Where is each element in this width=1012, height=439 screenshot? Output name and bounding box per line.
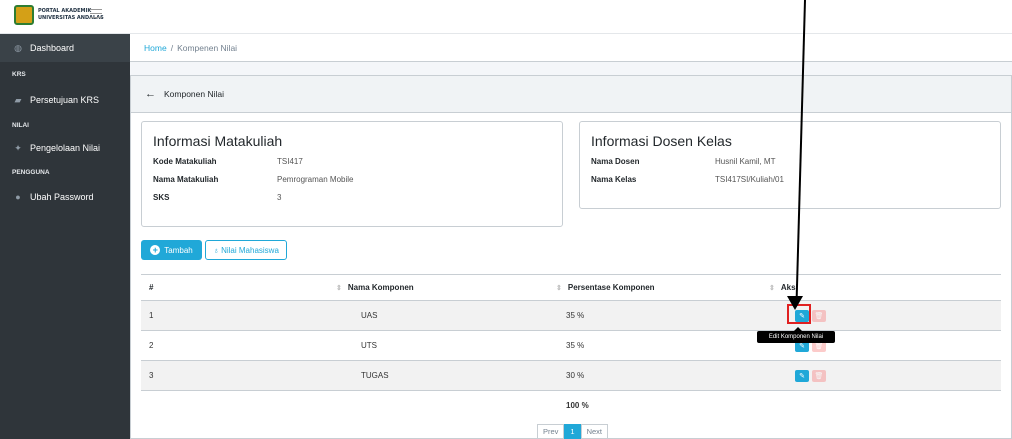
award-icon: ♁ xyxy=(213,245,220,255)
sidebar-item-persetujuan-krs[interactable]: ▰ Persetujuan KRS xyxy=(0,86,130,114)
info-row: Nama Dosen Husnil Kamil, MT xyxy=(591,157,775,166)
sidebar-item-label: Persetujuan KRS xyxy=(30,95,100,105)
info-row: Kode Matakuliah TSI417 xyxy=(153,157,303,166)
sort-icon: ⇕ xyxy=(336,284,342,292)
breadcrumb: Home / Kompenen Nilai xyxy=(130,34,1012,62)
info-value: 3 xyxy=(277,193,282,202)
back-arrow-icon[interactable]: ← xyxy=(145,88,156,100)
cell-persen: 30 % xyxy=(566,371,585,380)
lock-icon: ● xyxy=(15,192,21,202)
sidebar-item-label: Pengelolaan Nilai xyxy=(30,143,101,153)
sidebar-item-dashboard[interactable]: ◍ Dashboard xyxy=(0,34,130,62)
info-label: Nama Matakuliah xyxy=(153,175,219,184)
breadcrumb-separator: / xyxy=(170,42,174,53)
main-card: ← Komponen Nilai Informasi Matakuliah Ko… xyxy=(130,75,1012,439)
top-navbar: PORTAL AKADEMIK UNIVERSITAS ANDALAS xyxy=(0,0,1012,34)
info-row: Nama Kelas TSI417SI/Kuliah/01 xyxy=(591,175,784,184)
cell-aksi: ✎ 🗑 xyxy=(795,361,826,390)
edit-tooltip: Edit Komponen Nilai xyxy=(757,331,835,343)
menu-toggle-icon[interactable] xyxy=(90,9,102,19)
cell-persen: 35 % xyxy=(566,341,585,350)
annotation-arrow-head xyxy=(787,296,803,310)
column-header-label: Persentase Komponen xyxy=(567,283,655,292)
university-logo-icon[interactable] xyxy=(14,5,34,25)
info-dosen-box: Informasi Dosen Kelas Nama Dosen Husnil K… xyxy=(579,121,1001,209)
sidebar-item-pengelolaan-nilai[interactable]: ✦ Pengelolaan Nilai xyxy=(0,134,130,162)
cell-no: 3 xyxy=(149,371,154,380)
info-label: SKS xyxy=(153,193,170,202)
approve-icon: ▰ xyxy=(14,94,22,105)
sort-icon: ⇕ xyxy=(556,284,562,292)
breadcrumb-current: Kompenen Nilai xyxy=(177,42,238,53)
dashboard-icon: ◍ xyxy=(14,42,22,53)
info-matakuliah-title: Informasi Matakuliah xyxy=(153,133,283,149)
edit-button[interactable]: ✎ xyxy=(795,369,809,382)
table-row: 2 UTS 35 % ✎ 🗑 xyxy=(141,330,1001,360)
column-header-label: Nama Komponen xyxy=(347,283,414,292)
info-matakuliah-box: Informasi Matakuliah Kode Matakuliah TSI4… xyxy=(141,121,563,227)
info-value: TSI417 xyxy=(277,157,303,166)
card-title: Komponen Nilai xyxy=(164,89,225,99)
column-header-no[interactable]: # xyxy=(149,275,153,300)
cell-total: 100 % xyxy=(566,401,589,410)
sidebar-item-label: Ubah Password xyxy=(30,192,94,202)
nilai-mahasiswa-label: Nilai Mahasiswa xyxy=(221,245,279,255)
table-header-row: # ⇕ Nama Komponen ⇕ Persentase Komponen ⇕ A… xyxy=(141,274,1001,300)
prev-page-button[interactable]: Prev xyxy=(537,424,565,439)
info-dosen-title: Informasi Dosen Kelas xyxy=(591,133,732,149)
info-row: Nama Matakuliah Pemrograman Mobile xyxy=(153,175,353,184)
sidebar-section-krs: KRS xyxy=(12,71,26,78)
sidebar-item-ubah-password[interactable]: ● Ubah Password xyxy=(0,183,130,211)
card-header: ← Komponen Nilai xyxy=(131,76,1011,113)
breadcrumb-home-link[interactable]: Home xyxy=(144,43,167,53)
table-row: 3 TUGAS 30 % ✎ 🗑 xyxy=(141,360,1001,390)
plus-circle-icon: + xyxy=(150,245,161,255)
info-value: TSI417SI/Kuliah/01 xyxy=(715,175,784,184)
sidebar-section-nilai: NILAI xyxy=(12,122,29,129)
tambah-label: Tambah xyxy=(164,245,193,255)
grades-icon: ✦ xyxy=(14,142,22,153)
table-row: 1 UAS 35 % ✎ 🗑 xyxy=(141,300,1001,330)
next-page-button[interactable]: Next xyxy=(580,424,609,439)
sidebar: ◍ Dashboard KRS ▰ Persetujuan KRS NILAI … xyxy=(0,34,130,439)
info-label: Nama Kelas xyxy=(591,175,637,184)
cell-no: 2 xyxy=(149,341,154,350)
cell-nama: UAS xyxy=(361,311,378,320)
column-header-persentase[interactable]: ⇕ Persentase Komponen xyxy=(556,275,655,300)
info-value: Pemrograman Mobile xyxy=(277,175,354,184)
tambah-button[interactable]: + Tambah xyxy=(141,240,202,260)
delete-button[interactable]: 🗑 xyxy=(812,369,826,382)
column-header-nama[interactable]: ⇕ Nama Komponen xyxy=(336,275,414,300)
info-label: Kode Matakuliah xyxy=(153,157,217,166)
sidebar-item-label: Dashboard xyxy=(30,43,75,53)
cell-nama: UTS xyxy=(361,341,377,350)
cell-nama: TUGAS xyxy=(361,371,389,380)
cell-persen: 35 % xyxy=(566,311,585,320)
delete-button[interactable]: 🗑 xyxy=(812,309,826,322)
info-value: Husnil Kamil, MT xyxy=(715,157,776,166)
sort-icon: ⇕ xyxy=(769,284,775,292)
nilai-mahasiswa-button[interactable]: ♁ Nilai Mahasiswa xyxy=(205,240,287,260)
cell-no: 1 xyxy=(149,311,154,320)
current-page-button[interactable]: 1 xyxy=(564,424,581,439)
sidebar-section-pengguna: PENGGUNA xyxy=(12,169,50,176)
pagination: Prev 1 Next xyxy=(537,424,609,439)
table-total-row: 100 % xyxy=(141,390,1001,420)
info-label: Nama Dosen xyxy=(591,157,640,166)
info-row: SKS 3 xyxy=(153,193,281,202)
